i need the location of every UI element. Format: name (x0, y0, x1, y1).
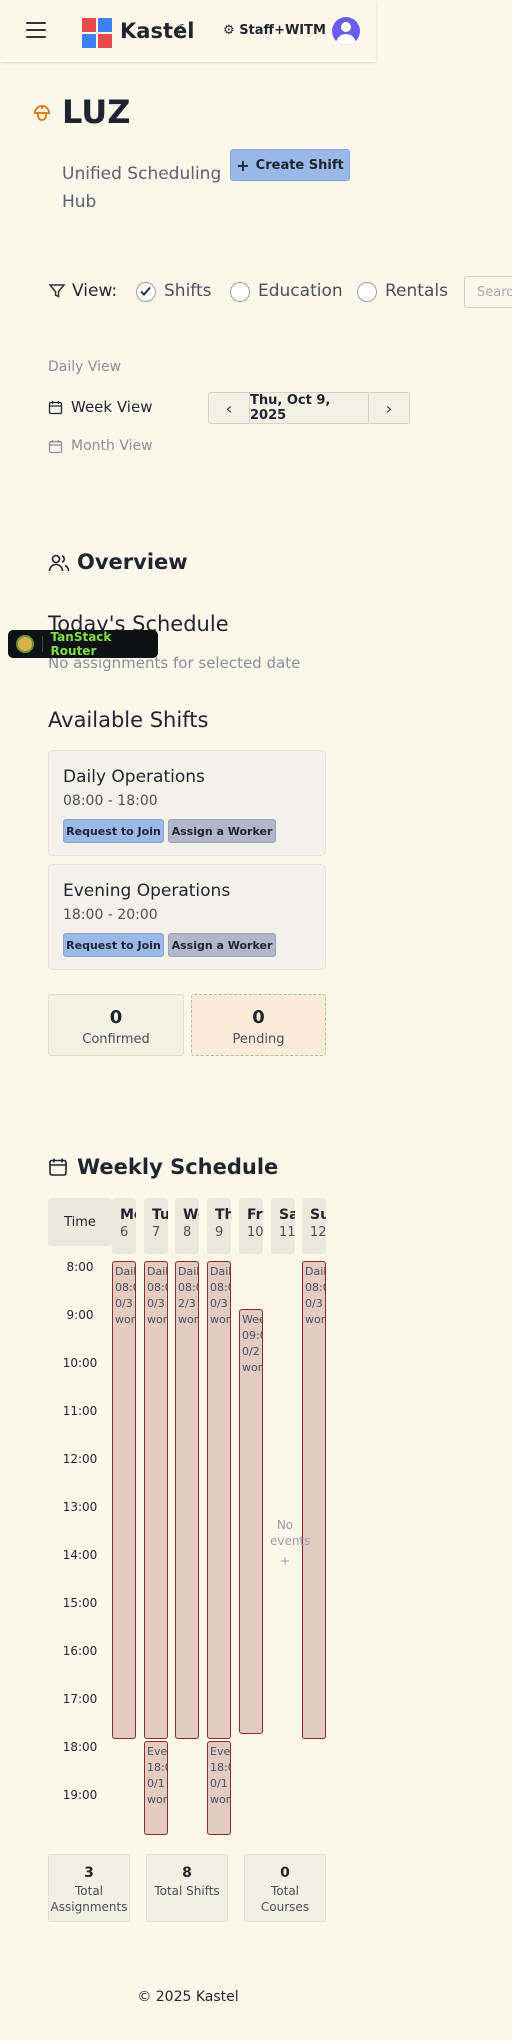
shift-event[interactable]: Daily Operations08:000/3workers (112, 1261, 136, 1739)
total-courses-stat: 0 Total Courses (244, 1854, 326, 1922)
time-label: 9:00 (66, 1308, 94, 1322)
check-icon (140, 286, 151, 296)
shift-event[interactable]: Daily Operations08:000/3workers (207, 1261, 231, 1739)
month-view-link[interactable]: Month View (48, 438, 153, 454)
search-input[interactable]: Search (464, 276, 512, 308)
theme-toggle-icon[interactable]: ☾ (174, 21, 191, 43)
request-to-join-button[interactable]: Request to Join (63, 933, 164, 957)
time-label: 10:00 (62, 1356, 98, 1370)
overview-title: Overview (77, 550, 188, 574)
available-shifts-title: Available Shifts (48, 708, 209, 732)
rentals-checkbox[interactable] (357, 282, 377, 302)
add-event-icon[interactable]: + (270, 1553, 300, 1569)
education-checkbox[interactable] (230, 282, 250, 302)
current-date[interactable]: Thu, Oct 9, 2025 (249, 393, 369, 423)
filter-icon (48, 284, 66, 298)
chevron-right-icon: › (385, 398, 393, 418)
user-role-label[interactable]: ⚙ Staff+WITM (223, 23, 326, 38)
day-header: Sun12 (302, 1198, 326, 1254)
time-label: 12:00 (62, 1452, 98, 1466)
calendar-icon (49, 1158, 67, 1176)
users-icon (48, 554, 70, 572)
time-label: 19:00 (62, 1788, 98, 1802)
footer-copyright: © 2025 Kastel (137, 1989, 239, 2005)
day-header: Mon6 (112, 1198, 136, 1254)
shifts-checkbox[interactable] (136, 282, 156, 302)
hard-hat-icon (34, 105, 50, 121)
time-label: 17:00 (62, 1692, 98, 1706)
time-label: 16:00 (62, 1644, 98, 1658)
pending-stat: 0 Pending (191, 994, 326, 1056)
page-title: LUZ (62, 93, 131, 131)
menu-icon[interactable] (26, 22, 46, 38)
shift-card: Daily Operations 08:00 - 18:00 Request t… (48, 750, 326, 856)
date-navigator: ‹ Thu, Oct 9, 2025 › (208, 392, 410, 424)
shift-event[interactable]: Daily Operations08:000/3workers (302, 1261, 326, 1739)
calendar-icon (48, 439, 63, 453)
page-subtitle: Unified Scheduling Hub (62, 164, 222, 212)
prev-week-button[interactable]: ‹ (209, 393, 249, 423)
assign-worker-button[interactable]: Assign a Worker (168, 933, 276, 957)
settings-icon: ⚙ (223, 23, 235, 38)
day-header: Tue7 (144, 1198, 168, 1254)
tanstack-logo-icon (16, 635, 34, 653)
day-header: Thu9 (207, 1198, 231, 1254)
total-assignments-stat: 3 Total Assignments (48, 1854, 130, 1922)
shift-event[interactable]: Evening Operations18:000/1workers (207, 1741, 231, 1835)
time-column-header: Time (48, 1198, 112, 1246)
assign-worker-button[interactable]: Assign a Worker (168, 819, 276, 843)
avatar[interactable] (332, 17, 360, 45)
total-shifts-stat: 8 Total Shifts (146, 1854, 228, 1922)
daily-view-link[interactable]: Daily View (48, 359, 121, 375)
shift-event[interactable]: Daily Operations08:002/3workers (175, 1261, 199, 1739)
week-view-link[interactable]: Week View (48, 398, 152, 416)
calendar-icon (48, 400, 63, 414)
shift-card: Evening Operations 18:00 - 20:00 Request… (48, 864, 326, 970)
no-events-placeholder[interactable]: No events + (270, 1517, 310, 1569)
time-label: 11:00 (62, 1404, 98, 1418)
kastel-logo-icon (82, 18, 112, 48)
request-to-join-button[interactable]: Request to Join (63, 819, 164, 843)
weekly-schedule-title: Weekly Schedule (77, 1155, 279, 1179)
day-header: Sat11 (271, 1198, 295, 1254)
shifts-label[interactable]: Shifts (164, 281, 212, 301)
chevron-left-icon: ‹ (225, 398, 233, 418)
view-label: View: (72, 281, 118, 301)
education-label[interactable]: Education (258, 281, 343, 301)
time-label: 8:00 (66, 1260, 94, 1274)
day-header: Fri10 (239, 1198, 263, 1254)
tanstack-router-devtools-button[interactable]: TanStack Router (8, 630, 158, 658)
time-label: 13:00 (62, 1500, 98, 1514)
rentals-label[interactable]: Rentals (385, 281, 448, 301)
confirmed-stat: 0 Confirmed (48, 994, 184, 1056)
shift-event[interactable]: Daily Operations08:000/3workers (144, 1261, 168, 1739)
shift-event[interactable]: Evening Operations18:000/1workers (144, 1741, 168, 1835)
shift-event[interactable]: Weekend Ops09:000/2workers (239, 1309, 263, 1735)
time-label: 15:00 (62, 1596, 98, 1610)
time-label: 18:00 (62, 1740, 98, 1754)
time-label: 14:00 (62, 1548, 98, 1562)
day-header: Wed8 (175, 1198, 199, 1254)
create-shift-button[interactable]: + Create Shift (230, 149, 350, 181)
plus-icon: + (236, 155, 250, 175)
next-week-button[interactable]: › (369, 393, 409, 423)
